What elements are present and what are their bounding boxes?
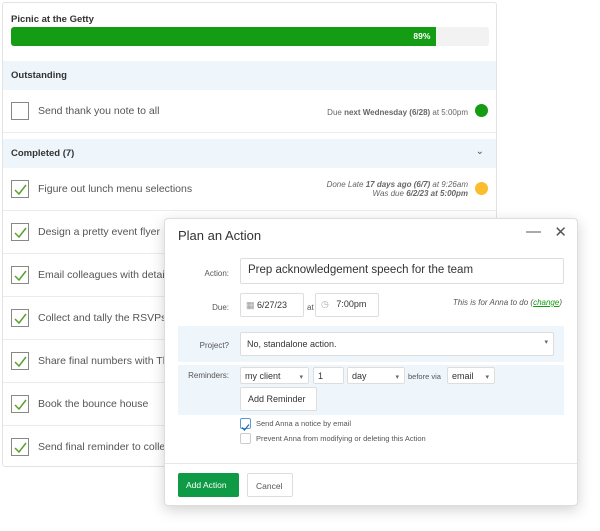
action-label: Action: [204,269,229,278]
notice-checkbox[interactable] [240,418,251,431]
minimize-icon[interactable]: — [526,223,541,240]
reminders-label: Reminders: [188,371,229,380]
outstanding-header: Outstanding [3,61,496,90]
reminder-channel-select[interactable]: email [447,367,495,384]
checkbox[interactable] [11,102,29,120]
change-link[interactable]: change [533,298,559,307]
progress-bar: 89% [11,27,489,46]
project-select[interactable]: No, standalone action. [240,332,554,356]
list-item[interactable]: Send thank you note to all Due next Wedn… [3,90,496,133]
completed-label: Completed (7) [11,148,75,159]
item-text: Share final numbers with Th [38,355,169,367]
reminder-count-input[interactable]: 1 [313,367,344,384]
item-text: Send thank you note to all [38,105,160,117]
dialog-title: Plan an Action [178,228,262,243]
add-reminder-button[interactable]: Add Reminder [240,387,317,411]
action-input[interactable]: Prep acknowledgement speech for the team [240,258,564,284]
checkbox-checked[interactable] [11,180,29,198]
status-dot [475,182,488,195]
notice-label: Send Anna a notice by email [256,419,352,428]
item-text: Design a pretty event flyer [38,226,160,238]
prevent-label: Prevent Anna from modifying or deleting … [256,434,426,443]
close-icon[interactable]: ✕ [554,223,567,241]
due-time-input[interactable]: ◷ 7:00pm [315,293,379,317]
due-date-input[interactable]: ▦ 6/27/23 [240,293,304,317]
cancel-button[interactable]: Cancel [247,473,293,497]
item-text: Collect and tally the RSVPs [38,312,167,324]
checkbox-checked[interactable] [11,309,29,327]
list-item[interactable]: Figure out lunch menu selections Done Lat… [3,168,496,211]
clock-icon: ◷ [321,299,329,309]
progress-fill: 89% [11,27,437,46]
status-dot [475,104,488,117]
checkbox-checked[interactable] [11,352,29,370]
dialog-footer-divider [165,463,577,464]
progress-label: 89% [413,31,431,41]
before-via-label: before via [408,372,441,381]
checkbox-checked[interactable] [11,395,29,413]
plan-action-dialog: Plan an Action — ✕ Action: Prep acknowle… [164,218,578,506]
item-text: Figure out lunch menu selections [38,183,193,195]
checkbox-checked[interactable] [11,438,29,456]
completed-header[interactable]: Completed (7) ⌄ [3,139,496,168]
item-text: Send final reminder to colle [38,441,166,453]
add-action-button[interactable]: Add Action [178,473,239,497]
item-text: Email colleagues with detai [38,269,165,281]
calendar-icon: ▦ [246,300,255,310]
due-text: Done Late 17 days ago (6/7) at 9:26am Was… [326,180,468,198]
due-label: Due: [212,303,229,312]
prevent-checkbox[interactable] [240,433,251,444]
assignee-text: This is for Anna to do (change) [452,298,562,307]
reminder-unit-select[interactable]: day [347,367,405,384]
reminder-who-select[interactable]: my client [240,367,309,384]
checkbox-checked[interactable] [11,223,29,241]
checkbox-checked[interactable] [11,266,29,284]
chevron-down-icon[interactable]: ⌄ [476,146,484,157]
project-label: Project? [199,341,229,350]
project-title: Picnic at the Getty [11,14,94,25]
due-text: Due next Wednesday (6/28) at 5:00pm [327,108,468,117]
item-text: Book the bounce house [38,398,149,410]
at-label: at [307,303,314,312]
